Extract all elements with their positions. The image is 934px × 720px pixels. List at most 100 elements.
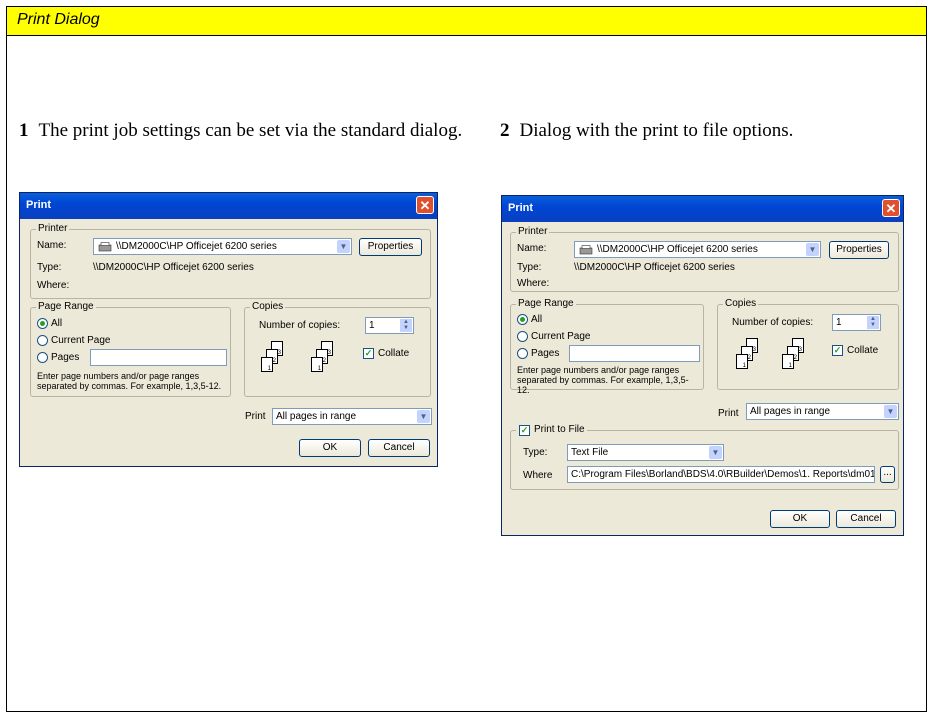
- dialog-titlebar: Print ✕: [20, 193, 437, 219]
- pages-input[interactable]: [569, 345, 700, 362]
- caption-2-text: Dialog with the print to file options.: [519, 120, 794, 141]
- file-where-label: Where: [523, 470, 553, 481]
- printer-group: Printer Name: \\DM2000C\HP Officejet 620…: [30, 223, 431, 299]
- chevron-down-icon[interactable]: ▼: [806, 243, 819, 256]
- collate-page-1b: 1: [311, 357, 323, 372]
- number-of-copies-label: Number of copies:: [259, 320, 341, 331]
- file-path-input[interactable]: C:\Program Files\Borland\BDS\4.0\RBuilde…: [567, 466, 875, 483]
- ok-button[interactable]: OK: [299, 439, 361, 457]
- range-pages-radio[interactable]: [37, 352, 48, 363]
- copies-group: Copies Number of copies: 1 ▲ ▼ 3 2 1 3 2 …: [244, 301, 431, 397]
- collate-page-1: 1: [261, 357, 273, 372]
- copies-value: 1: [369, 320, 375, 331]
- copies-label: Copies: [723, 298, 759, 309]
- range-current-radio[interactable]: [517, 331, 528, 342]
- name-label: Name:: [37, 240, 67, 251]
- cancel-button[interactable]: Cancel: [836, 510, 896, 528]
- range-all-radio[interactable]: [517, 314, 528, 325]
- dialog-title: Print: [26, 199, 52, 211]
- print-to-file-checkbox[interactable]: ✓: [519, 425, 530, 436]
- range-pages-label: Pages: [51, 352, 80, 363]
- file-path-value: C:\Program Files\Borland\BDS\4.0\RBuilde…: [571, 469, 875, 480]
- page-range-group: Page Range All Current Page Pages Enter …: [30, 301, 231, 397]
- printer-group-label: Printer: [36, 223, 70, 234]
- range-pages-radio[interactable]: [517, 348, 528, 359]
- page-range-label: Page Range: [36, 301, 96, 312]
- close-button[interactable]: ✕: [416, 196, 434, 214]
- print-to-file-group: Print to File ✓ Type: Text File ▼ Where …: [510, 424, 899, 490]
- browse-button[interactable]: ...: [880, 466, 895, 483]
- chevron-down-icon[interactable]: ▼: [884, 405, 897, 418]
- collate-page-1: 1: [736, 354, 748, 369]
- page-range-label: Page Range: [516, 298, 576, 309]
- caption-1: 1 The print job settings can be set via t…: [19, 115, 469, 146]
- properties-button[interactable]: Properties: [829, 241, 889, 259]
- printer-icon: [579, 245, 593, 255]
- type-value: \\DM2000C\HP Officejet 6200 series: [93, 262, 254, 273]
- chevron-down-icon[interactable]: ▼: [417, 410, 430, 423]
- print-dialog-file: Print ✕ Printer Name: \\DM2000C\HP Offic…: [501, 195, 904, 536]
- collate-label: Collate: [847, 345, 879, 356]
- section-header: Print Dialog: [7, 7, 926, 36]
- printer-name-select[interactable]: \\DM2000C\HP Officejet 6200 series ▼: [93, 238, 352, 255]
- name-label: Name:: [517, 243, 547, 254]
- type-label: Type:: [37, 262, 62, 273]
- spinner-arrows-icon[interactable]: ▲ ▼: [867, 316, 879, 329]
- properties-button[interactable]: Properties: [359, 238, 422, 256]
- dialog-titlebar: Print ✕: [502, 196, 903, 222]
- file-type-select[interactable]: Text File ▼: [567, 444, 724, 461]
- collate-label: Collate: [378, 348, 410, 359]
- range-pages-label: Pages: [531, 348, 560, 359]
- range-all-label: All: [531, 314, 543, 325]
- collate-page-1b: 1: [782, 354, 794, 369]
- where-label: Where:: [37, 280, 70, 291]
- type-value: \\DM2000C\HP Officejet 6200 series: [574, 262, 735, 273]
- range-current-label: Current Page: [531, 331, 591, 342]
- where-label: Where:: [517, 278, 550, 289]
- print-range-value: All pages in range: [276, 411, 357, 422]
- collate-checkbox[interactable]: ✓: [832, 345, 843, 356]
- copies-group: Copies Number of copies: 1 ▲ ▼ 3 2 1 3 2 …: [717, 298, 899, 390]
- caption-2-number: 2: [500, 120, 510, 141]
- page-range-group: Page Range All Current Page Pages Enter …: [510, 298, 704, 395]
- printer-name-select[interactable]: \\DM2000C\HP Officejet 6200 series ▼: [574, 241, 821, 258]
- printer-icon: [98, 242, 112, 252]
- number-of-copies-label: Number of copies:: [732, 317, 814, 328]
- ok-button[interactable]: OK: [770, 510, 830, 528]
- print-label: Print: [718, 408, 739, 419]
- print-range-value: All pages in range: [750, 406, 831, 417]
- print-range-select[interactable]: All pages in range ▼: [746, 403, 899, 420]
- range-hint: Enter page numbers and/or page ranges se…: [517, 365, 689, 395]
- range-all-label: All: [51, 318, 63, 329]
- chevron-down-icon[interactable]: ▼: [337, 240, 350, 253]
- printer-group: Printer Name: \\DM2000C\HP Officejet 620…: [510, 226, 899, 292]
- printer-name-value: \\DM2000C\HP Officejet 6200 series: [597, 244, 758, 255]
- range-hint: Enter page numbers and/or page ranges se…: [37, 371, 222, 391]
- collate-checkbox[interactable]: ✓: [363, 348, 374, 359]
- range-all-radio[interactable]: [37, 318, 48, 329]
- range-current-label: Current Page: [51, 335, 111, 346]
- printer-group-label: Printer: [516, 226, 550, 237]
- print-dialog-basic: Print ✕ Printer Name: \\DM2000C\HP Offic…: [19, 192, 438, 467]
- spinner-arrows-icon[interactable]: ▲ ▼: [400, 319, 412, 332]
- section-title: Print Dialog: [17, 11, 100, 28]
- file-type-label: Type:: [523, 447, 548, 458]
- copies-value: 1: [836, 317, 842, 328]
- pages-input[interactable]: [90, 349, 227, 366]
- caption-1-text: The print job settings can be set via th…: [38, 120, 463, 141]
- caption-2: 2 Dialog with the print to file options.: [500, 115, 920, 146]
- chevron-down-icon[interactable]: ▼: [709, 446, 722, 459]
- file-type-value: Text File: [571, 447, 609, 458]
- caption-1-number: 1: [19, 120, 29, 141]
- close-button[interactable]: ✕: [882, 199, 900, 217]
- range-current-radio[interactable]: [37, 335, 48, 346]
- printer-name-value: \\DM2000C\HP Officejet 6200 series: [116, 241, 277, 252]
- dialog-title: Print: [508, 202, 534, 214]
- copies-label: Copies: [250, 301, 286, 312]
- print-label: Print: [245, 411, 266, 422]
- copies-spinner[interactable]: 1 ▲ ▼: [365, 317, 414, 334]
- type-label: Type:: [517, 262, 542, 273]
- copies-spinner[interactable]: 1 ▲ ▼: [832, 314, 881, 331]
- cancel-button[interactable]: Cancel: [368, 439, 430, 457]
- print-range-select[interactable]: All pages in range ▼: [272, 408, 432, 425]
